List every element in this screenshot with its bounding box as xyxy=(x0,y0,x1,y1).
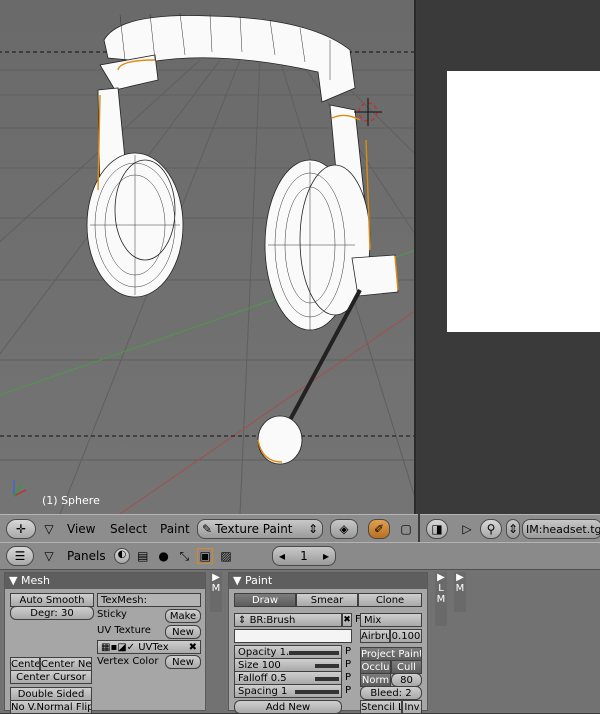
frame-field[interactable]: ◂ 1 ▸ xyxy=(272,546,336,566)
size-pressure-toggle[interactable]: P xyxy=(345,659,351,670)
mesh-panel-title[interactable]: ▼ Mesh xyxy=(5,573,205,589)
image-editor-header: ◨ ▷ ⚲ ⇕ IM:headset.tg xyxy=(420,514,600,544)
pin-button[interactable]: ⚲ xyxy=(480,519,502,539)
size-slider[interactable]: Size 100 xyxy=(234,658,342,672)
mesh-panel-tab[interactable]: ▶ M xyxy=(210,572,222,612)
normal-angle-field[interactable]: 80 xyxy=(391,673,422,687)
mesh-panel: ▼ Mesh Auto Smooth Degr: 30 TexMesh: Sti… xyxy=(4,572,206,714)
center-cursor-button[interactable]: Center Cursor xyxy=(10,670,92,684)
list-icon: ☰ xyxy=(14,549,26,563)
layer-lock-icon[interactable]: ▢ xyxy=(398,519,414,539)
vertex-color-new-button[interactable]: New xyxy=(165,655,201,669)
spacing-pressure-toggle[interactable]: P xyxy=(345,685,351,696)
brush-arrows-icon: ⇕ xyxy=(238,615,250,626)
project-paint-toggle[interactable]: Project Paint xyxy=(360,647,422,661)
bleed-field[interactable]: Bleed: 2 xyxy=(360,686,422,700)
center-new-button[interactable]: Center Ne xyxy=(40,657,92,671)
size-bar xyxy=(315,664,339,668)
buttons-window: ▼ Mesh Auto Smooth Degr: 30 TexMesh: Sti… xyxy=(0,570,600,714)
image-name-field[interactable]: IM:headset.tg xyxy=(522,519,600,539)
panels-collapse-icon[interactable]: ▽ xyxy=(40,546,58,566)
paint-panel: ▼ Paint Draw Smear Clone ⇕ BR:Brush ✖ F … xyxy=(228,572,428,714)
layer-icons: ▦▪◪✓ xyxy=(101,642,139,653)
tab-draw[interactable]: Draw xyxy=(234,593,296,607)
tab-clone[interactable]: Clone xyxy=(358,593,422,607)
falloff-slider[interactable]: Falloff 0.5 xyxy=(234,671,342,685)
cull-toggle[interactable]: Cull xyxy=(391,660,422,674)
3d-viewport[interactable]: (1) Sphere xyxy=(0,0,416,514)
extra-panel-tab[interactable]: ▶ M xyxy=(454,572,466,612)
sticky-make-button[interactable]: Make xyxy=(165,609,201,623)
script-icon[interactable]: ▤ xyxy=(135,549,151,563)
texture-image[interactable] xyxy=(447,71,600,332)
shading-select[interactable]: ◈ xyxy=(330,519,358,539)
menu-paint[interactable]: Paint xyxy=(160,522,190,536)
editing-context-icon[interactable]: ▣ xyxy=(197,548,214,564)
texture-paint-toggle[interactable]: ✐ xyxy=(368,519,390,539)
image-browse-button[interactable]: ⇕ xyxy=(506,519,520,539)
normal-toggle[interactable]: Norm xyxy=(360,673,391,687)
dropdown-arrows-icon: ⇕ xyxy=(307,522,318,536)
uv-texture-new-button[interactable]: New xyxy=(165,625,201,639)
buttons-window-header: ☰ ▽ Panels ◐ ▤ ● ⤡ ▣ ▨ ◂ 1 ▸ xyxy=(0,542,600,570)
brush-color-swatch[interactable] xyxy=(234,629,352,643)
logic-icon[interactable]: ◐ xyxy=(114,548,130,564)
viewport-canvas[interactable] xyxy=(0,0,416,514)
paint-panel-title[interactable]: ▼ Paint xyxy=(229,573,427,589)
pin-icon: ⚲ xyxy=(486,522,496,536)
texmesh-field[interactable]: TexMesh: xyxy=(97,593,201,607)
tab-smear[interactable]: Smear xyxy=(296,593,358,607)
panels-menu[interactable]: Panels xyxy=(67,549,106,563)
object-context-icon[interactable]: ⤡ xyxy=(176,549,192,564)
paint-icon: ✐ xyxy=(373,522,385,536)
vertex-color-label: Vertex Color xyxy=(97,656,159,667)
buttons-editor-type-button[interactable]: ☰ xyxy=(6,546,34,566)
brush-icon: ✎ xyxy=(202,522,213,536)
falloff-pressure-toggle[interactable]: P xyxy=(345,672,351,683)
centre-button[interactable]: Cente xyxy=(10,657,40,671)
image-editor-type-button[interactable]: ◨ xyxy=(426,519,448,539)
spacing-bar xyxy=(295,690,339,694)
shading-context-icon[interactable]: ● xyxy=(156,549,172,563)
opacity-pressure-toggle[interactable]: P xyxy=(345,646,351,657)
active-object-label: (1) Sphere xyxy=(42,494,100,507)
stencil-invert-toggle[interactable]: Inv xyxy=(402,700,422,714)
delete-uvtex-icon[interactable]: ✖ xyxy=(189,641,197,653)
shading-icon: ◈ xyxy=(339,522,349,536)
add-new-texture-button[interactable]: Add New xyxy=(234,700,342,714)
menu-select[interactable]: Select xyxy=(110,522,147,536)
brush-field[interactable]: ⇕ BR:Brush xyxy=(234,613,342,627)
degr-field[interactable]: Degr: 30 xyxy=(10,606,94,620)
airbrush-rate-field[interactable]: 0.100 xyxy=(390,629,422,643)
auto-smooth-toggle[interactable]: Auto Smooth xyxy=(10,593,94,607)
uv-image-editor[interactable] xyxy=(418,0,600,514)
mode-select[interactable]: ✎ Texture Paint ⇕ xyxy=(197,519,323,539)
frame-left-arrow-icon[interactable]: ◂ xyxy=(279,549,285,563)
uv-texture-label: UV Texture xyxy=(97,625,151,636)
image-icon: ◨ xyxy=(431,522,443,536)
uvtex-layer-row[interactable]: ▦▪◪✓ UVTex ✖ xyxy=(97,640,201,654)
brush-delete-icon[interactable]: ✖ xyxy=(342,613,352,627)
airbrush-toggle[interactable]: Airbru xyxy=(360,629,390,643)
crosshair-icon: ✛ xyxy=(15,522,27,536)
editor-type-button[interactable]: ✛ xyxy=(6,519,36,539)
menu-expand-icon[interactable]: ▷ xyxy=(460,519,474,539)
frame-right-arrow-icon[interactable]: ▸ xyxy=(323,549,329,563)
stencil-layer-toggle[interactable]: Stencil La xyxy=(360,700,402,714)
3d-view-header: ✛ ▽ View Select Paint ✎ Texture Paint ⇕ … xyxy=(0,514,418,544)
opacity-slider[interactable]: Opacity 1. xyxy=(234,645,342,659)
paint-panel-tab[interactable]: ▶ L M xyxy=(435,572,447,626)
spacing-slider[interactable]: Spacing 1 xyxy=(234,684,342,698)
double-sided-toggle[interactable]: Double Sided xyxy=(10,687,92,701)
falloff-bar xyxy=(315,677,339,681)
opacity-bar xyxy=(289,651,339,655)
blend-mode-select[interactable]: Mix xyxy=(360,613,422,627)
sticky-label: Sticky xyxy=(97,609,127,620)
menu-collapse-icon[interactable]: ▽ xyxy=(40,519,58,539)
context-icons: ◐ ▤ ● ⤡ ▣ ▨ xyxy=(114,546,234,566)
scene-context-icon[interactable]: ▨ xyxy=(218,549,234,563)
occlude-toggle[interactable]: Occlu xyxy=(360,660,391,674)
no-v-normal-flip-toggle[interactable]: No V.Normal Flip xyxy=(10,700,92,714)
menu-view[interactable]: View xyxy=(67,522,95,536)
